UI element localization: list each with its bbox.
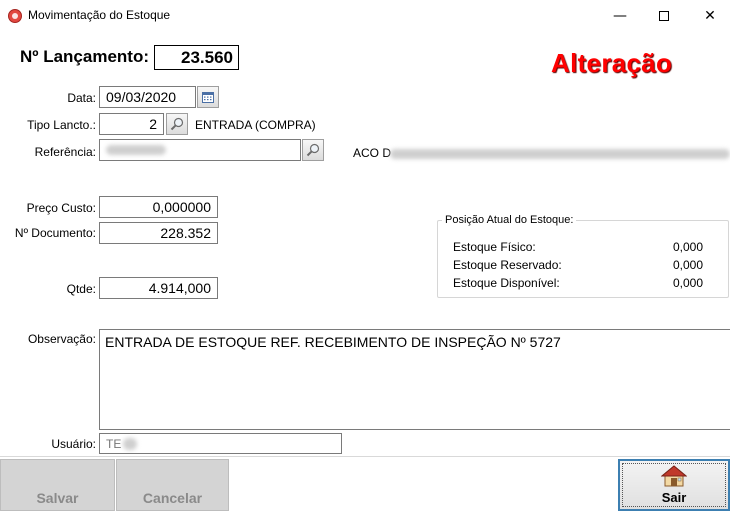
lancamento-value: 23.560: [154, 45, 239, 70]
tipo-lancto-input[interactable]: 2: [99, 113, 164, 135]
stock-fisico-label: Estoque Físico:: [453, 240, 536, 254]
mode-label: Alteração: [551, 48, 673, 78]
stock-disponivel-label: Estoque Disponível:: [453, 276, 560, 290]
usuario-value: TE: [106, 436, 122, 451]
cancelar-label: Cancelar: [142, 490, 203, 506]
stock-fisico-value: 0,000: [672, 240, 703, 254]
close-button[interactable]: ✕: [687, 0, 730, 31]
cancelar-button[interactable]: Cancelar: [116, 459, 229, 511]
documento-input[interactable]: 228.352: [99, 222, 218, 244]
title-bar: Movimentação do Estoque — ✕: [0, 0, 730, 31]
calendar-icon: [202, 91, 214, 103]
qtde-label: Qtde:: [66, 282, 96, 296]
salvar-button[interactable]: Salvar: [0, 459, 115, 511]
house-exit-icon: [661, 465, 687, 487]
usuario-input[interactable]: TE: [99, 433, 342, 454]
preco-custo-label: Preço Custo:: [26, 201, 96, 215]
tipo-search-button[interactable]: [166, 113, 188, 135]
window-title: Movimentação do Estoque: [28, 8, 171, 22]
minimize-button[interactable]: —: [597, 0, 643, 31]
app-logo-icon: [8, 9, 22, 23]
qtde-input[interactable]: 4.914,000: [99, 277, 218, 299]
referencia-input[interactable]: [99, 139, 301, 161]
preco-custo-input[interactable]: 0,000000: [99, 196, 218, 218]
redacted-text: [390, 149, 730, 159]
sair-button[interactable]: Sair: [618, 459, 730, 511]
stock-reservado-value: 0,000: [672, 258, 703, 272]
documento-label: Nº Documento:: [14, 226, 96, 240]
referencia-desc: ACO D: [353, 146, 392, 160]
magnifier-icon: [170, 117, 184, 131]
stock-reservado-label: Estoque Reservado:: [453, 258, 562, 272]
referencia-label: Referência:: [34, 145, 96, 159]
tipo-lancto-desc: ENTRADA (COMPRA): [195, 118, 316, 132]
salvar-label: Salvar: [36, 490, 79, 506]
maximize-icon: [659, 10, 669, 21]
separator: [0, 456, 730, 457]
close-icon: ✕: [704, 7, 716, 24]
lancamento-label: Nº Lançamento:: [20, 47, 150, 66]
redacted-text: [106, 145, 166, 155]
data-input[interactable]: 09/03/2020: [99, 86, 196, 108]
magnifier-icon: [306, 143, 320, 157]
calendar-button[interactable]: [197, 86, 219, 108]
maximize-button[interactable]: [641, 0, 687, 31]
observacao-label: Observação:: [27, 332, 96, 346]
sair-label: Sair: [661, 490, 687, 505]
redacted-text: [123, 437, 138, 450]
stock-disponivel-value: 0,000: [672, 276, 703, 290]
stock-position-title: Posição Atual do Estoque:: [442, 214, 577, 226]
minimize-icon: —: [613, 7, 627, 24]
referencia-search-button[interactable]: [302, 139, 324, 161]
data-label: Data:: [67, 91, 96, 105]
observacao-textarea[interactable]: ENTRADA DE ESTOQUE REF. RECEBIMENTO DE I…: [99, 329, 730, 430]
usuario-label: Usuário:: [51, 437, 96, 451]
tipo-lancto-label: Tipo Lancto.:: [27, 118, 96, 132]
